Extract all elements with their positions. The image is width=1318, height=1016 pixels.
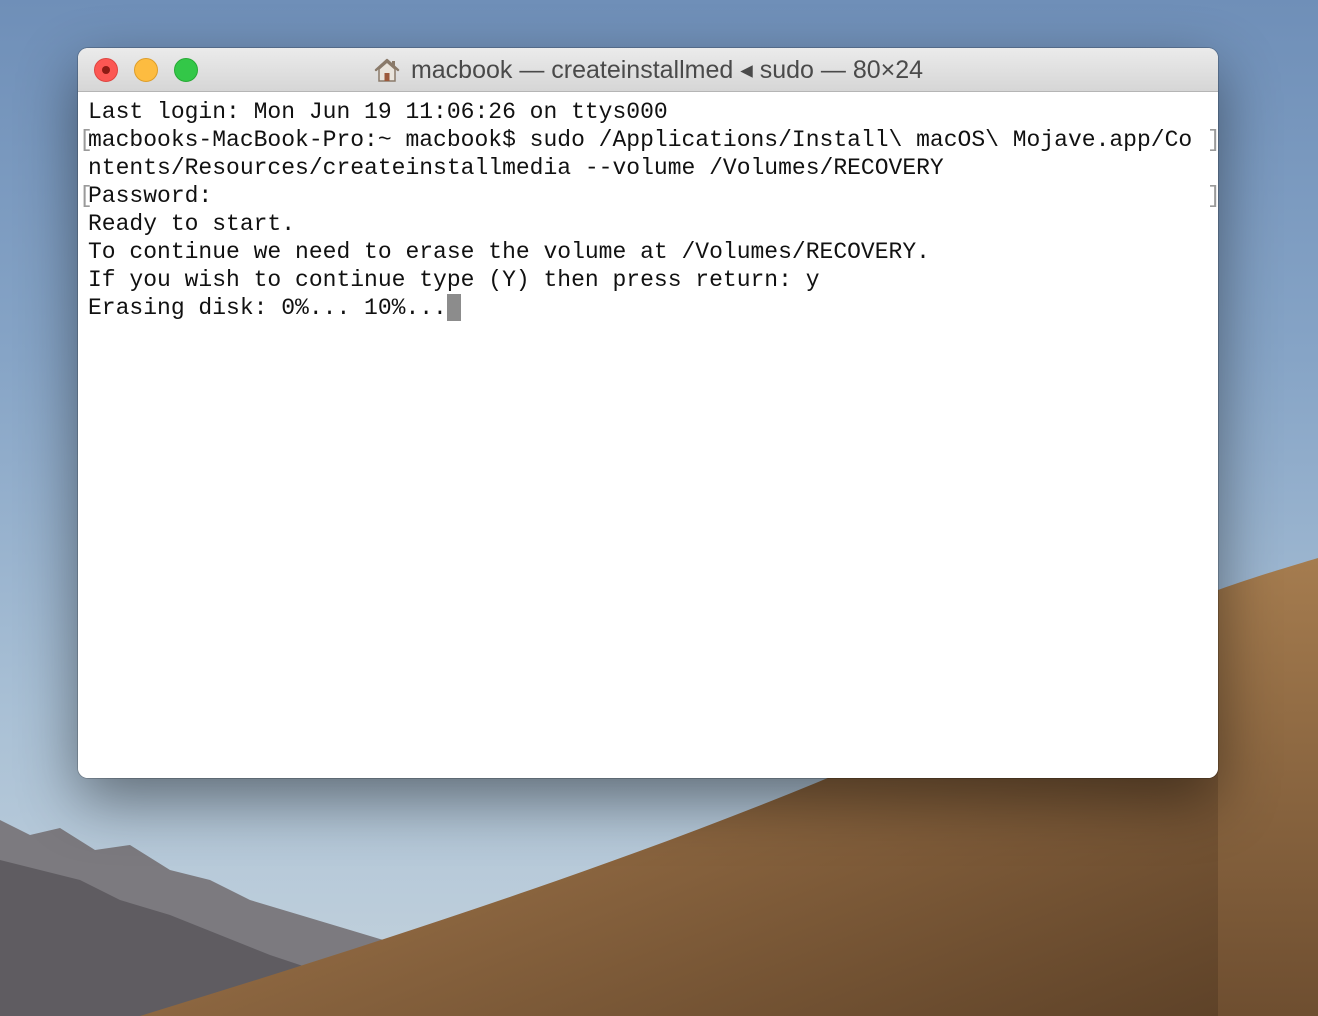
terminal-line: Erasing disk: 0%... 10%...	[88, 294, 1218, 322]
line-text: ntents/Resources/createinstallmedia --vo…	[88, 155, 944, 181]
house-icon	[373, 57, 401, 83]
terminal-line: Ready to start.	[88, 210, 1218, 238]
terminal-line: To continue we need to erase the volume …	[88, 238, 1218, 266]
window-titlebar[interactable]: macbook — createinstallmed ◂ sudo — 80×2…	[78, 48, 1218, 92]
terminal-line: Last login: Mon Jun 19 11:06:26 on ttys0…	[88, 98, 1218, 126]
terminal-line: [Password:]	[79, 182, 1218, 210]
line-text: macbooks-MacBook-Pro:~ macbook$ sudo /Ap…	[88, 127, 1193, 153]
line-mark-left: [	[79, 127, 93, 153]
line-text: If you wish to continue type (Y) then pr…	[88, 267, 820, 293]
text-cursor	[446, 294, 461, 321]
terminal-output[interactable]: Last login: Mon Jun 19 11:06:26 on ttys0…	[78, 92, 1218, 778]
line-text: Ready to start.	[88, 211, 296, 237]
line-text: Password:	[88, 183, 213, 209]
window-title: macbook — createinstallmed ◂ sudo — 80×2…	[410, 56, 924, 84]
terminal-line: [macbooks-MacBook-Pro:~ macbook$ sudo /A…	[79, 126, 1218, 154]
line-text: Last login: Mon Jun 19 11:06:26 on ttys0…	[88, 99, 668, 125]
window-title-group: macbook — createinstallmed ◂ sudo — 80×2…	[78, 48, 1218, 92]
terminal-line: If you wish to continue type (Y) then pr…	[88, 266, 1218, 294]
line-mark-left: [	[79, 183, 93, 209]
line-text: To continue we need to erase the volume …	[88, 239, 930, 265]
terminal-line: ntents/Resources/createinstallmedia --vo…	[88, 154, 1218, 182]
line-text: Erasing disk: 0%... 10%...	[88, 295, 447, 321]
line-mark-right: ]	[1207, 126, 1218, 154]
line-mark-right: ]	[1207, 182, 1218, 210]
terminal-window: macbook — createinstallmed ◂ sudo — 80×2…	[78, 48, 1218, 778]
